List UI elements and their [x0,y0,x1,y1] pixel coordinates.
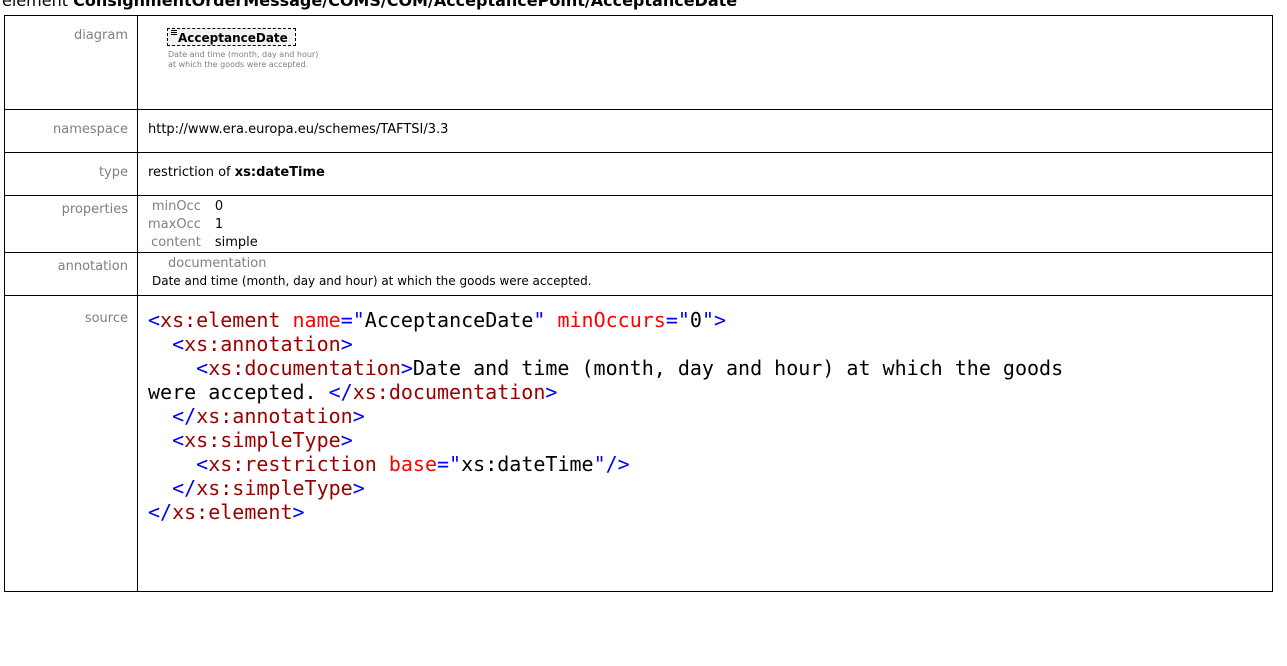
diagram-row: diagram AcceptanceDate Date and time (mo… [4,15,1273,110]
diagram-label: diagram [4,15,138,110]
element-doc-table: diagram AcceptanceDate Date and time (mo… [4,15,1273,592]
property-key: minOcc [151,199,201,214]
type-row: type restriction of xs:dateTime [4,152,1273,196]
annotation-cell: documentation Date and time (month, day … [137,252,1273,296]
property-key: maxOcc [148,217,201,232]
properties-table: minOcc 0 maxOcc 1 content simple [148,198,258,252]
heading-prefix: element [2,0,68,10]
diagram-element-box[interactable]: AcceptanceDate [167,28,296,46]
source-row: source <xs:element name="AcceptanceDate"… [4,295,1273,592]
property-row: maxOcc 1 [148,216,258,234]
property-value: simple [214,235,258,250]
properties-row: properties minOcc 0 maxOcc 1 content simple [4,195,1273,253]
type-base-link[interactable]: xs:dateTime [235,165,325,180]
namespace-value: http://www.era.europa.eu/schemes/TAFTSI/… [137,109,1273,153]
source-cell: <xs:element name="AcceptanceDate" minOcc… [137,295,1273,592]
element-lines-icon [171,30,177,36]
page-heading: element ConsignmentOrderMessage/COMS/COM… [2,0,1272,11]
namespace-row: namespace http://www.era.europa.eu/schem… [4,109,1273,153]
annotation-row: annotation documentation Date and time (… [4,252,1273,296]
properties-cell: minOcc 0 maxOcc 1 content simple [137,195,1273,253]
annotation-text: Date and time (month, day and hour) at w… [152,274,592,288]
type-prefix: restriction of [148,165,231,180]
diagram-element-name: AcceptanceDate [178,31,288,45]
heading-path: ConsignmentOrderMessage/COMS/COM/Accepta… [73,0,738,10]
properties-label: properties [4,195,138,253]
annotation-label: annotation [4,252,138,296]
type-label: type [4,152,138,196]
source-label: source [4,295,138,592]
property-row: minOcc 0 [148,198,258,216]
type-value: restriction of xs:dateTime [137,152,1273,196]
property-value: 1 [214,217,224,232]
diagram-documentation: Date and time (month, day and hour) at w… [168,50,319,69]
source-code: <xs:element name="AcceptanceDate" minOcc… [148,308,1064,524]
property-value: 0 [214,199,224,214]
property-row: content simple [148,234,258,252]
diagram-cell: AcceptanceDate Date and time (month, day… [137,15,1273,110]
namespace-label: namespace [4,109,138,153]
annotation-key: documentation [168,256,267,271]
property-key: content [151,235,201,250]
